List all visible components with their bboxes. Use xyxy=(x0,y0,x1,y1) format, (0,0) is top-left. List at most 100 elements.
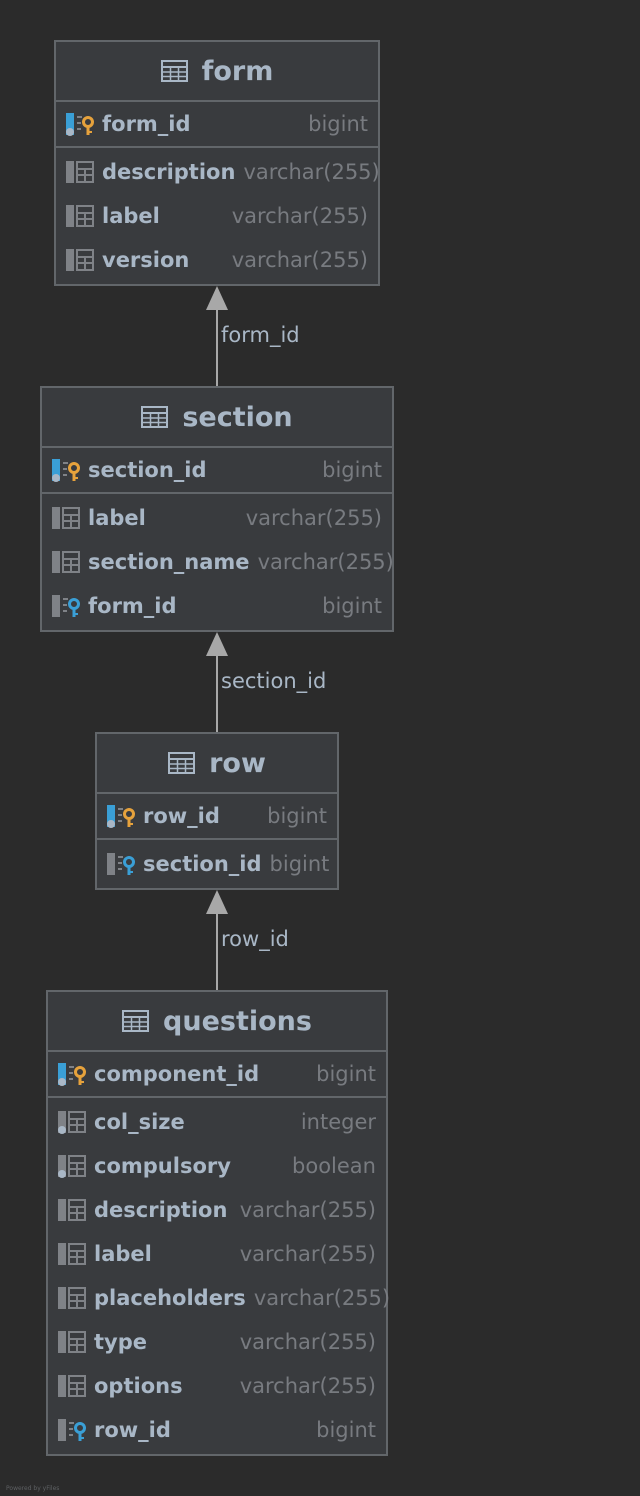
arrowhead-icon xyxy=(206,890,228,914)
arrowhead-icon xyxy=(206,286,228,310)
column-list: description varchar(255) label varchar(255)… xyxy=(56,148,380,284)
column-type: bigint xyxy=(308,112,368,136)
column-name: compulsory xyxy=(94,1154,231,1178)
relation-label-row-id: row_id xyxy=(221,927,289,951)
column-row[interactable]: label varchar(255) xyxy=(48,1232,386,1276)
column-name: col_size xyxy=(94,1110,185,1134)
column-name: description xyxy=(102,160,236,184)
column-type: varchar(255) xyxy=(245,506,382,530)
column-type: bigint xyxy=(269,852,330,876)
column-name: section_id xyxy=(88,458,207,482)
column-type: varchar(255) xyxy=(239,1242,376,1266)
column-icon xyxy=(57,1242,87,1266)
column-name: type xyxy=(94,1330,148,1354)
column-row[interactable]: compulsory boolean xyxy=(48,1144,386,1188)
table-header[interactable]: section xyxy=(42,388,392,448)
table-section[interactable]: section section_id bigint label varchar(255)… xyxy=(40,386,394,632)
foreign-key-icon xyxy=(106,852,136,876)
table-row[interactable]: row row_id bigint section_id bigint xyxy=(95,732,339,890)
column-row[interactable]: placeholders varchar(255) xyxy=(48,1276,390,1320)
table-name: section xyxy=(182,401,293,433)
column-type: bigint xyxy=(316,1062,376,1086)
column-type: varchar(255) xyxy=(243,160,380,184)
column-icon xyxy=(51,506,81,530)
column-type: bigint xyxy=(322,458,382,482)
primary-key-icon xyxy=(51,458,81,482)
column-icon xyxy=(65,160,95,184)
column-list: label varchar(255) section_name varchar(255… xyxy=(42,494,394,630)
column-name: version xyxy=(102,248,190,272)
column-list: section_id bigint xyxy=(97,840,337,888)
column-icon xyxy=(57,1286,87,1310)
column-type: bigint xyxy=(267,804,327,828)
column-name: section_name xyxy=(88,550,250,574)
column-row[interactable]: row_id bigint xyxy=(48,1408,386,1452)
column-type: varchar(255) xyxy=(253,1286,391,1310)
primary-key-icon xyxy=(65,112,95,136)
column-name: row_id xyxy=(94,1418,171,1442)
column-name: section_id xyxy=(143,852,262,876)
table-icon xyxy=(141,406,169,428)
column-type: varchar(255) xyxy=(231,204,368,228)
primary-key-row[interactable]: section_id bigint xyxy=(42,448,392,494)
relation-label-section-id: section_id xyxy=(221,669,327,693)
column-row[interactable]: description varchar(255) xyxy=(56,150,380,194)
column-type: varchar(255) xyxy=(239,1330,376,1354)
not-null-column-icon xyxy=(57,1154,87,1178)
column-type: varchar(255) xyxy=(231,248,368,272)
column-type: varchar(255) xyxy=(239,1374,376,1398)
column-name: form_id xyxy=(102,112,191,136)
column-icon xyxy=(57,1198,87,1222)
table-icon xyxy=(122,1010,150,1032)
table-questions[interactable]: questions component_id bigint col_size integ… xyxy=(46,990,390,1456)
column-type: bigint xyxy=(316,1418,376,1442)
column-row[interactable]: type varchar(255) xyxy=(48,1320,386,1364)
column-row[interactable]: col_size integer xyxy=(48,1100,386,1144)
not-null-column-icon xyxy=(57,1110,87,1134)
column-list: col_size integer compulsory boolean descript… xyxy=(48,1098,390,1454)
column-icon xyxy=(57,1330,87,1354)
foreign-key-icon xyxy=(57,1418,87,1442)
column-row[interactable]: section_name varchar(255) xyxy=(42,540,394,584)
column-icon xyxy=(57,1374,87,1398)
column-type: integer xyxy=(300,1110,376,1134)
column-row[interactable]: description varchar(255) xyxy=(48,1188,386,1232)
primary-key-row[interactable]: row_id bigint xyxy=(97,794,337,840)
table-icon xyxy=(160,60,188,82)
table-header[interactable]: row xyxy=(97,734,337,794)
column-name: label xyxy=(94,1242,152,1266)
column-name: row_id xyxy=(143,804,220,828)
table-form[interactable]: form form_id bigint description varchar(255)… xyxy=(54,40,380,286)
column-row[interactable]: options varchar(255) xyxy=(48,1364,386,1408)
table-header[interactable]: form xyxy=(56,42,378,102)
table-name: form xyxy=(201,55,274,87)
column-icon xyxy=(51,550,81,574)
table-header[interactable]: questions xyxy=(48,992,386,1052)
column-row[interactable]: form_id bigint xyxy=(42,584,392,628)
primary-key-icon xyxy=(57,1062,87,1086)
footer-credit: Powered by yFiles xyxy=(6,1485,60,1492)
column-type: varchar(255) xyxy=(239,1198,376,1222)
arrowhead-icon xyxy=(206,632,228,656)
column-icon xyxy=(65,248,95,272)
column-type: bigint xyxy=(322,594,382,618)
primary-key-row[interactable]: form_id bigint xyxy=(56,102,378,148)
primary-key-icon xyxy=(106,804,136,828)
table-name: row xyxy=(209,747,266,779)
column-name: options xyxy=(94,1374,183,1398)
column-name: component_id xyxy=(94,1062,260,1086)
column-name: form_id xyxy=(88,594,177,618)
column-row[interactable]: label varchar(255) xyxy=(42,496,392,540)
column-type: varchar(255) xyxy=(257,550,394,574)
column-name: label xyxy=(88,506,146,530)
foreign-key-icon xyxy=(51,594,81,618)
table-icon xyxy=(168,752,196,774)
primary-key-row[interactable]: component_id bigint xyxy=(48,1052,386,1098)
table-name: questions xyxy=(163,1005,312,1037)
column-type: boolean xyxy=(292,1154,376,1178)
column-name: placeholders xyxy=(94,1286,246,1310)
column-row[interactable]: version varchar(255) xyxy=(56,238,378,282)
column-icon xyxy=(65,204,95,228)
column-row[interactable]: label varchar(255) xyxy=(56,194,378,238)
column-row[interactable]: section_id bigint xyxy=(97,842,337,886)
